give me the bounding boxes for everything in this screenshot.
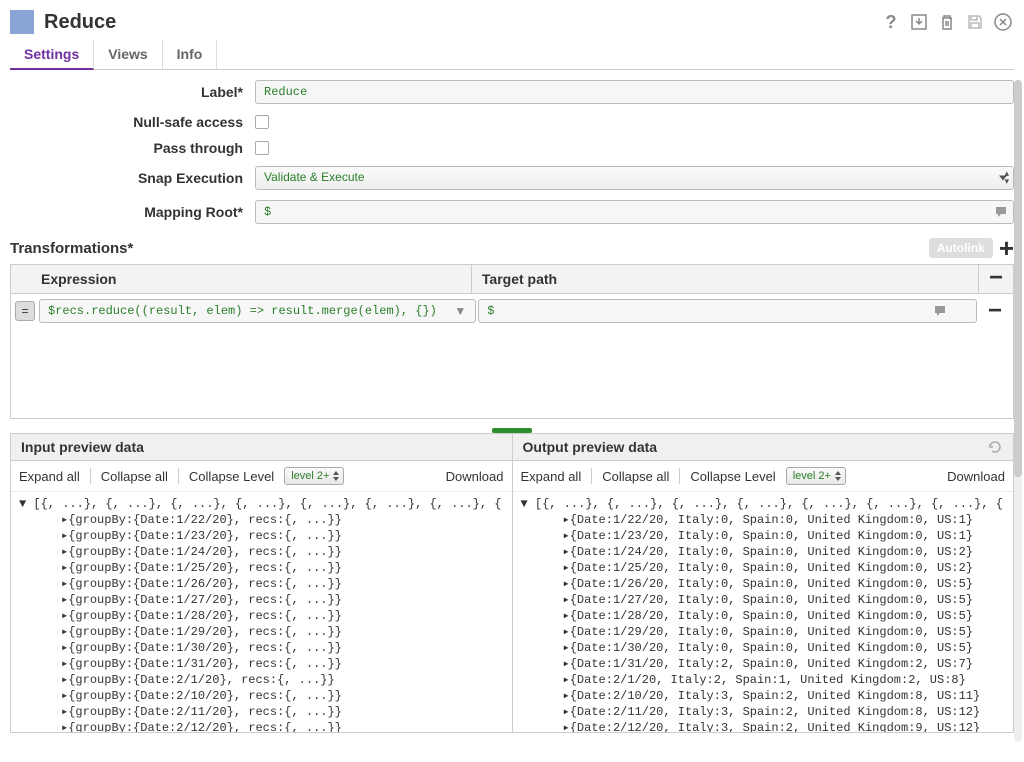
vertical-scrollbar[interactable]	[1014, 80, 1022, 742]
output-root-node[interactable]: [{, ...}, {, ...}, {, ...}, {, ...}, {, …	[521, 496, 1006, 512]
expression-input[interactable]	[39, 299, 476, 323]
input-download[interactable]: Download	[446, 469, 504, 484]
transformations-title-text: Transformations*	[10, 240, 133, 257]
autolink-button[interactable]: Autolink	[929, 238, 993, 258]
input-tree-node[interactable]: {groupBy:{Date:1/25/20}, recs:{, ...}}	[19, 560, 504, 576]
output-collapse-all[interactable]: Collapse all	[602, 469, 669, 484]
input-collapse-level-label: Collapse Level	[189, 469, 274, 484]
transformations-title: Transformations* Autolink +	[10, 238, 1014, 258]
col-targetpath: Target path	[472, 265, 978, 293]
input-level-select[interactable]: level 2+	[284, 467, 344, 485]
output-tree[interactable]: [{, ...}, {, ...}, {, ...}, {, ...}, {, …	[513, 492, 1014, 732]
input-tree-node[interactable]: {groupBy:{Date:1/31/20}, recs:{, ...}}	[19, 656, 504, 672]
input-tree-node[interactable]: {groupBy:{Date:2/11/20}, recs:{, ...}}	[19, 704, 504, 720]
output-tree-node[interactable]: {Date:1/29/20, Italy:0, Spain:0, United …	[521, 624, 1006, 640]
input-collapse-all[interactable]: Collapse all	[101, 469, 168, 484]
snap-type-icon	[10, 10, 34, 34]
passthrough-label: Pass through	[10, 140, 255, 156]
output-preview-pane: Output preview data Expand all Collapse …	[513, 434, 1014, 732]
export-icon[interactable]	[908, 11, 930, 33]
add-row-button[interactable]: +	[999, 239, 1014, 257]
nullsafe-checkbox[interactable]	[255, 115, 269, 129]
dialog-header: Reduce ?	[10, 8, 1014, 40]
targetpath-input[interactable]	[478, 299, 977, 323]
output-tree-node[interactable]: {Date:1/27/20, Italy:0, Spain:0, United …	[521, 592, 1006, 608]
scrollbar-thumb[interactable]	[1014, 80, 1022, 477]
output-tree-node[interactable]: {Date:1/24/20, Italy:0, Spain:0, United …	[521, 544, 1006, 560]
close-icon[interactable]	[992, 11, 1014, 33]
output-tree-node[interactable]: {Date:1/23/20, Italy:0, Spain:0, United …	[521, 528, 1006, 544]
label-label: Label*	[10, 84, 255, 100]
input-tree-node[interactable]: {groupBy:{Date:1/23/20}, recs:{, ...}}	[19, 528, 504, 544]
output-expand-all[interactable]: Expand all	[521, 469, 582, 484]
targetpath-suggest-icon[interactable]	[933, 304, 947, 318]
input-tree-node[interactable]: {groupBy:{Date:1/30/20}, recs:{, ...}}	[19, 640, 504, 656]
output-tree-node[interactable]: {Date:1/25/20, Italy:0, Spain:0, United …	[521, 560, 1006, 576]
nullsafe-label: Null-safe access	[10, 114, 255, 130]
snapexec-value: Validate & Execute	[264, 170, 365, 184]
input-tree-node[interactable]: {groupBy:{Date:1/28/20}, recs:{, ...}}	[19, 608, 504, 624]
remove-header-button[interactable]: −	[978, 265, 1013, 293]
input-tree-node[interactable]: {groupBy:{Date:2/12/20}, recs:{, ...}}	[19, 720, 504, 732]
output-tree-node[interactable]: {Date:2/10/20, Italy:3, Spain:2, United …	[521, 688, 1006, 704]
input-tree-node[interactable]: {groupBy:{Date:2/10/20}, recs:{, ...}}	[19, 688, 504, 704]
header-toolbar: ?	[880, 11, 1014, 33]
input-tree-node[interactable]: {groupBy:{Date:1/29/20}, recs:{, ...}}	[19, 624, 504, 640]
col-expression: Expression	[11, 265, 472, 293]
input-root-node[interactable]: [{, ...}, {, ...}, {, ...}, {, ...}, {, …	[19, 496, 504, 512]
output-preview-title: Output preview data	[523, 439, 658, 455]
preview-container: Input preview data Expand all Collapse a…	[10, 433, 1014, 733]
svg-text:?: ?	[886, 12, 897, 32]
passthrough-checkbox[interactable]	[255, 141, 269, 155]
delete-icon[interactable]	[936, 11, 958, 33]
transformations-table: Expression Target path − = ▼ −	[10, 264, 1014, 419]
mappingroot-label: Mapping Root*	[10, 204, 255, 220]
output-tree-node[interactable]: {Date:1/30/20, Italy:0, Spain:0, United …	[521, 640, 1006, 656]
output-download[interactable]: Download	[947, 469, 1005, 484]
refresh-icon[interactable]	[987, 439, 1003, 455]
input-tree-node[interactable]: {groupBy:{Date:1/26/20}, recs:{, ...}}	[19, 576, 504, 592]
output-collapse-level-label: Collapse Level	[690, 469, 775, 484]
output-level-select[interactable]: level 2+	[786, 467, 846, 485]
output-tree-node[interactable]: {Date:2/1/20, Italy:2, Spain:1, United K…	[521, 672, 1006, 688]
input-tree[interactable]: [{, ...}, {, ...}, {, ...}, {, ...}, {, …	[11, 492, 512, 732]
label-input[interactable]	[255, 80, 1014, 104]
mappingroot-input[interactable]	[255, 200, 1014, 224]
dialog-title: Reduce	[44, 11, 880, 34]
output-tree-node[interactable]: {Date:1/31/20, Italy:2, Spain:0, United …	[521, 656, 1006, 672]
remove-row-button[interactable]: −	[981, 304, 1009, 318]
input-tree-node[interactable]: {groupBy:{Date:2/1/20}, recs:{, ...}}	[19, 672, 504, 688]
output-tree-node[interactable]: {Date:2/12/20, Italy:3, Spain:2, United …	[521, 720, 1006, 732]
input-preview-title: Input preview data	[21, 439, 144, 455]
snapexec-label: Snap Execution	[10, 170, 255, 186]
expression-toggle-icon[interactable]: =	[15, 301, 35, 321]
output-tree-node[interactable]: {Date:2/11/20, Italy:3, Spain:2, United …	[521, 704, 1006, 720]
input-tree-node[interactable]: {groupBy:{Date:1/22/20}, recs:{, ...}}	[19, 512, 504, 528]
input-expand-all[interactable]: Expand all	[19, 469, 80, 484]
input-tree-node[interactable]: {groupBy:{Date:1/24/20}, recs:{, ...}}	[19, 544, 504, 560]
tab-views[interactable]: Views	[94, 40, 162, 69]
help-icon[interactable]: ?	[880, 11, 902, 33]
suggest-icon[interactable]	[994, 205, 1008, 219]
expression-dropdown-icon[interactable]: ▼	[454, 304, 466, 318]
output-tree-node[interactable]: {Date:1/22/20, Italy:0, Spain:0, United …	[521, 512, 1006, 528]
output-tree-node[interactable]: {Date:1/28/20, Italy:0, Spain:0, United …	[521, 608, 1006, 624]
tab-info[interactable]: Info	[163, 40, 218, 69]
save-icon[interactable]	[964, 11, 986, 33]
output-tree-node[interactable]: {Date:1/26/20, Italy:0, Spain:0, United …	[521, 576, 1006, 592]
snapexec-select[interactable]: Validate & Execute ▴▾	[255, 166, 1014, 190]
tab-settings[interactable]: Settings	[10, 40, 94, 70]
input-preview-pane: Input preview data Expand all Collapse a…	[11, 434, 513, 732]
input-tree-node[interactable]: {groupBy:{Date:1/27/20}, recs:{, ...}}	[19, 592, 504, 608]
tab-bar: Settings Views Info	[10, 40, 1014, 70]
transformation-row: = ▼ −	[11, 294, 1013, 328]
